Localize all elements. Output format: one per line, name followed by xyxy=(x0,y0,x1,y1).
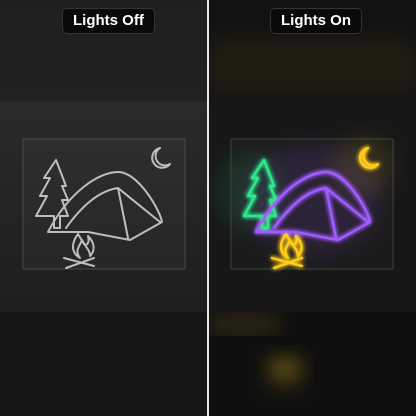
acrylic-backboard xyxy=(230,138,394,270)
floor-shadow xyxy=(0,312,208,416)
lights-off-panel: Lights Off xyxy=(0,0,208,416)
panel-divider xyxy=(207,0,209,416)
acrylic-backboard xyxy=(22,138,186,270)
floor-reflection-fire xyxy=(270,360,300,390)
lights-on-panel: Lights On xyxy=(208,0,416,416)
comparison-stage: Lights Off Lights On xyxy=(0,0,416,416)
lights-on-label: Lights On xyxy=(270,8,362,34)
lights-off-label: Lights Off xyxy=(62,8,155,34)
floor-reflection-left xyxy=(208,318,278,330)
top-haze xyxy=(208,40,416,90)
lights-on-scene xyxy=(208,40,416,416)
lights-off-scene xyxy=(0,102,208,416)
